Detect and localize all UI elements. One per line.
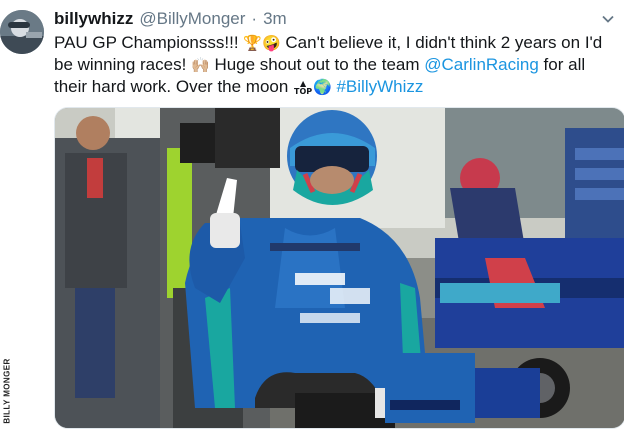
photo-credit-text: BILLY MONGER [2,358,12,424]
avatar[interactable] [0,10,44,54]
globe-emoji: 🌍 [313,78,332,96]
tweet-text-part: Huge shout out to the team [209,55,425,74]
tweet-text: PAU GP Championsss!!! 🏆🤪 Can't believe i… [54,32,620,98]
trophy-emoji: 🏆 [243,34,262,52]
tweet-text-part: PAU GP Championsss!!! [54,33,244,52]
hashtag-link[interactable]: #BillyWhizz [336,77,423,96]
user-handle[interactable]: @BillyMonger [139,9,245,29]
photo-credit: BILLY MONGER [2,358,12,424]
chevron-down-icon[interactable] [600,12,616,28]
separator-dot: · [251,9,258,28]
timestamp[interactable]: 3m [263,9,287,29]
tweet-header: billywhizz @BillyMonger · 3m [54,9,287,31]
zany-face-emoji: 🤪 [261,34,281,52]
mention-link[interactable]: @CarlinRacing [424,55,539,74]
tweet-photo[interactable] [54,107,624,429]
top-arrow-emoji: ▲ TOP [293,79,313,96]
display-name[interactable]: billywhizz [54,9,133,29]
top-arrow-label: TOP [293,87,313,96]
raising-hands-emoji: 🙌🏼 [191,56,210,74]
